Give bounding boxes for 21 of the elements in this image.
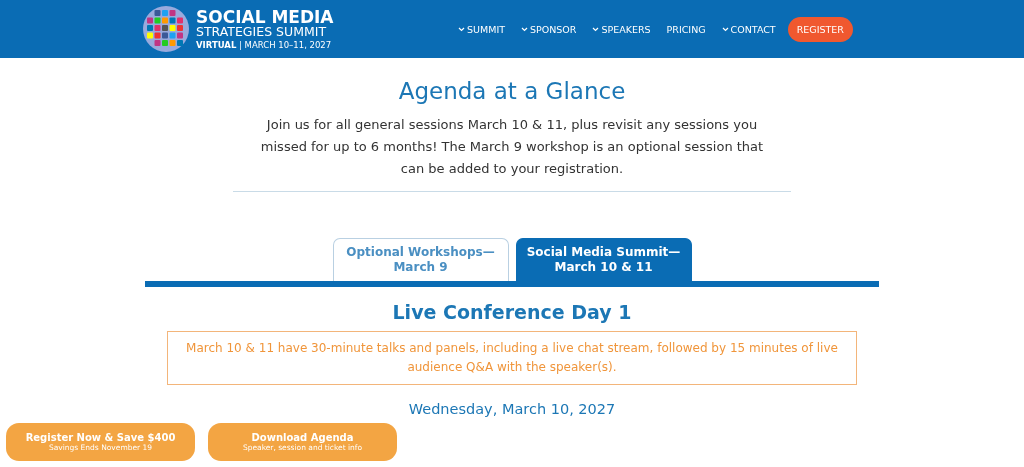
register-button[interactable]: REGISTER [787, 16, 853, 42]
nav-link[interactable]: SPONSOR [521, 23, 577, 35]
day-title: Live Conference Day 1 [392, 301, 632, 323]
nav-link[interactable]: PRICING [666, 23, 706, 35]
nav-link[interactable]: CONTACT [721, 23, 776, 35]
agenda-tab[interactable]: Social Media Summit— March 10 & 11 [515, 238, 692, 281]
chevron-down-icon [592, 26, 600, 32]
nav-link[interactable]: SPEAKERS [592, 23, 651, 35]
chevron-down-icon [521, 26, 528, 32]
agenda-tab[interactable]: Optional Workshops— March 9 [332, 238, 509, 281]
intro-text: Join us for all general sessions March 10 & 11, plus revisit any sessions you missed for up to 6 months! The March 9 workshop is an optional session that can be added to your registration. [259, 116, 765, 178]
logo-subtitle: STRATEGIES SUMMIT [196, 26, 328, 39]
date-heading: Wednesday, March 10, 2027 [408, 401, 616, 417]
page-title: Agenda at a Glance [398, 78, 626, 104]
event-dates: VIRTUAL | MARCH 10–11, 2027 [196, 40, 333, 49]
chevron-down-icon [721, 26, 729, 32]
nav-link[interactable]: SUMMIT [458, 23, 505, 35]
notice-text: March 10 & 11 have 30-minute talks and panels, including a live chat stream, followed by 15 minutes of live audience Q&A with the speaker(s). [167, 331, 857, 385]
logo-title: SOCIAL MEDIA [196, 9, 334, 26]
globe-logo-icon [142, 5, 190, 53]
chevron-down-icon [458, 26, 465, 32]
